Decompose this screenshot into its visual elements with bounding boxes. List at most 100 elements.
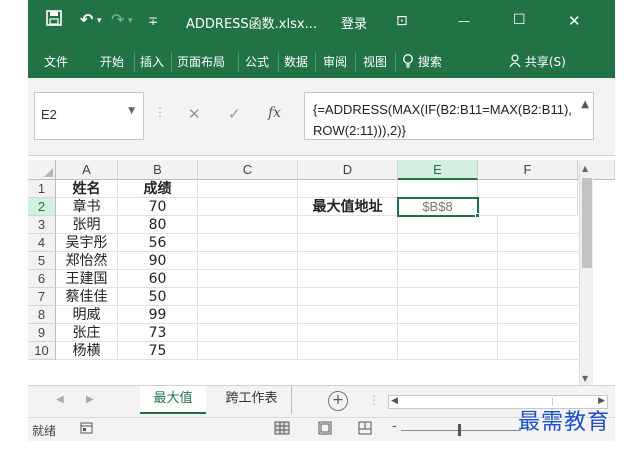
formula-bar-area: E2 ▼ ⋮ ✕ ✓ fx {=ADDRESS(MAX(IF(B2:B11=MA… bbox=[28, 78, 615, 156]
page-layout-view-icon[interactable] bbox=[318, 421, 332, 439]
cell-f1[interactable] bbox=[478, 180, 578, 198]
cell-a8[interactable]: 明威 bbox=[56, 306, 118, 324]
tab-review[interactable]: 审阅 bbox=[323, 53, 347, 70]
cell-a5[interactable]: 郑怡然 bbox=[56, 252, 118, 270]
column-header-c[interactable]: C bbox=[198, 160, 298, 180]
sheet-prev-icon[interactable]: ◀ bbox=[56, 394, 64, 405]
name-box[interactable]: E2 ▼ bbox=[34, 92, 144, 140]
cell-a1[interactable]: 姓名 bbox=[56, 180, 118, 198]
vertical-scrollbar[interactable]: ▲ ▼ bbox=[579, 162, 593, 385]
cell-a4[interactable]: 吴宇彤 bbox=[56, 234, 118, 252]
insert-function-icon[interactable]: fx bbox=[268, 105, 281, 121]
minimize-icon[interactable]: — bbox=[458, 14, 470, 28]
drag-handle-icon[interactable]: ⋮ bbox=[368, 393, 380, 407]
macro-record-icon[interactable] bbox=[80, 421, 94, 439]
tab-view[interactable]: 视图 bbox=[363, 53, 387, 70]
cell-e1[interactable] bbox=[398, 180, 478, 198]
cell-a3[interactable]: 张明 bbox=[56, 216, 118, 234]
tab-formulas[interactable]: 公式 bbox=[245, 53, 269, 70]
tab-data[interactable]: 数据 bbox=[284, 53, 308, 70]
selection-border bbox=[397, 197, 479, 217]
zoom-slider-knob[interactable] bbox=[458, 424, 461, 436]
column-header-b[interactable]: B bbox=[118, 160, 198, 180]
window-title: ADDRESS函数.xlsx... bbox=[186, 17, 317, 32]
column-header-f[interactable]: F bbox=[478, 160, 578, 180]
cell-b8[interactable]: 99 bbox=[118, 306, 198, 324]
maximize-icon[interactable]: ☐ bbox=[513, 12, 526, 28]
sheet-tab-cross[interactable]: 跨工作表 bbox=[212, 386, 292, 414]
cell-b7[interactable]: 50 bbox=[118, 288, 198, 306]
column-header-e[interactable]: E bbox=[398, 160, 478, 180]
cell-b9[interactable]: 73 bbox=[118, 324, 198, 342]
add-sheet-button[interactable]: + bbox=[328, 391, 348, 411]
zoom-out-icon[interactable]: - bbox=[392, 419, 397, 434]
status-ready: 就绪 bbox=[32, 424, 57, 438]
customize-quick-access-icon[interactable]: ∓ bbox=[148, 14, 158, 28]
scroll-down-icon[interactable]: ▼ bbox=[582, 374, 588, 383]
cell-c1[interactable] bbox=[198, 180, 298, 198]
cell-a9[interactable]: 张庄 bbox=[56, 324, 118, 342]
cancel-icon[interactable]: ✕ bbox=[188, 105, 201, 123]
cell-a10[interactable]: 杨横 bbox=[56, 342, 118, 360]
cell-b3[interactable]: 80 bbox=[118, 216, 198, 234]
share-button[interactable]: 共享(S) bbox=[509, 53, 566, 70]
save-icon[interactable] bbox=[46, 10, 62, 30]
sheet-next-icon[interactable]: ▶ bbox=[86, 394, 94, 405]
row-header[interactable]: 7 bbox=[28, 288, 56, 306]
cell-b6[interactable]: 60 bbox=[118, 270, 198, 288]
cell-d1[interactable] bbox=[298, 180, 398, 198]
cell-b4[interactable]: 56 bbox=[118, 234, 198, 252]
scroll-up-icon[interactable]: ▲ bbox=[582, 164, 588, 173]
cell-c2[interactable] bbox=[198, 198, 298, 216]
name-box-value: E2 bbox=[41, 107, 57, 122]
row-header[interactable]: 2 bbox=[28, 198, 56, 216]
empty-cells[interactable] bbox=[198, 216, 578, 360]
undo-icon[interactable]: ↶ bbox=[80, 10, 93, 29]
watermark-text: 最需教育 bbox=[518, 410, 611, 435]
page-break-view-icon[interactable] bbox=[358, 421, 372, 439]
search-label: 搜索 bbox=[417, 55, 442, 69]
tab-file[interactable]: 文件 bbox=[44, 53, 68, 70]
fill-handle[interactable] bbox=[475, 213, 480, 218]
cell-b2[interactable]: 70 bbox=[118, 198, 198, 216]
row-header[interactable]: 9 bbox=[28, 324, 56, 342]
undo-dropdown-icon[interactable]: ▾ bbox=[97, 16, 102, 26]
ribbon-display-options-icon[interactable]: ⊡ bbox=[396, 13, 408, 29]
chevron-down-icon[interactable]: ▼ bbox=[128, 106, 135, 116]
normal-view-icon[interactable] bbox=[274, 421, 290, 439]
drag-handle-icon[interactable]: ⋮ bbox=[154, 105, 166, 119]
cell-d2[interactable]: 最大值地址 bbox=[298, 198, 398, 216]
close-icon[interactable]: ✕ bbox=[568, 12, 581, 30]
cell-b5[interactable]: 90 bbox=[118, 252, 198, 270]
cell-a7[interactable]: 蔡佳佳 bbox=[56, 288, 118, 306]
column-header-a[interactable]: A bbox=[56, 160, 118, 180]
row-header[interactable]: 3 bbox=[28, 216, 56, 234]
sheet-tab-max[interactable]: 最大值 bbox=[140, 386, 206, 414]
zoom-slider[interactable] bbox=[401, 430, 521, 431]
row-header[interactable]: 8 bbox=[28, 306, 56, 324]
login-button[interactable]: 登录 bbox=[341, 13, 367, 32]
tab-page-layout[interactable]: 页面布局 bbox=[177, 53, 225, 70]
ribbon-tabs: 文件 开始 插入 页面布局 公式 数据 审阅 视图 搜索 共享(S) bbox=[28, 46, 615, 78]
enter-icon[interactable]: ✓ bbox=[228, 105, 241, 123]
row-header[interactable]: 5 bbox=[28, 252, 56, 270]
cell-f2[interactable] bbox=[478, 198, 578, 216]
scroll-left-icon[interactable]: ◀ bbox=[391, 396, 398, 406]
row-header[interactable]: 6 bbox=[28, 270, 56, 288]
row-header[interactable]: 10 bbox=[28, 342, 56, 360]
cell-b10[interactable]: 75 bbox=[118, 342, 198, 360]
cell-b1[interactable]: 成绩 bbox=[118, 180, 198, 198]
formula-input[interactable]: {=ADDRESS(MAX(IF(B2:B11=MAX(B2:B11),ROW(… bbox=[304, 92, 594, 140]
collapse-formula-bar-icon[interactable]: ▲ bbox=[581, 99, 589, 110]
cell-a2[interactable]: 章书 bbox=[56, 198, 118, 216]
tab-insert[interactable]: 插入 bbox=[140, 53, 164, 70]
cell-a6[interactable]: 王建国 bbox=[56, 270, 118, 288]
search-button[interactable]: 搜索 bbox=[402, 53, 442, 70]
select-all-button[interactable] bbox=[28, 160, 56, 180]
row-header[interactable]: 1 bbox=[28, 180, 56, 198]
tab-home[interactable]: 开始 bbox=[100, 53, 124, 70]
worksheet-grid[interactable]: A B C D E F 1 2 3 4 5 6 7 8 9 10 姓名 成绩 章… bbox=[28, 160, 615, 385]
column-header-d[interactable]: D bbox=[298, 160, 398, 180]
row-header[interactable]: 4 bbox=[28, 234, 56, 252]
vertical-scroll-thumb[interactable] bbox=[582, 178, 592, 268]
